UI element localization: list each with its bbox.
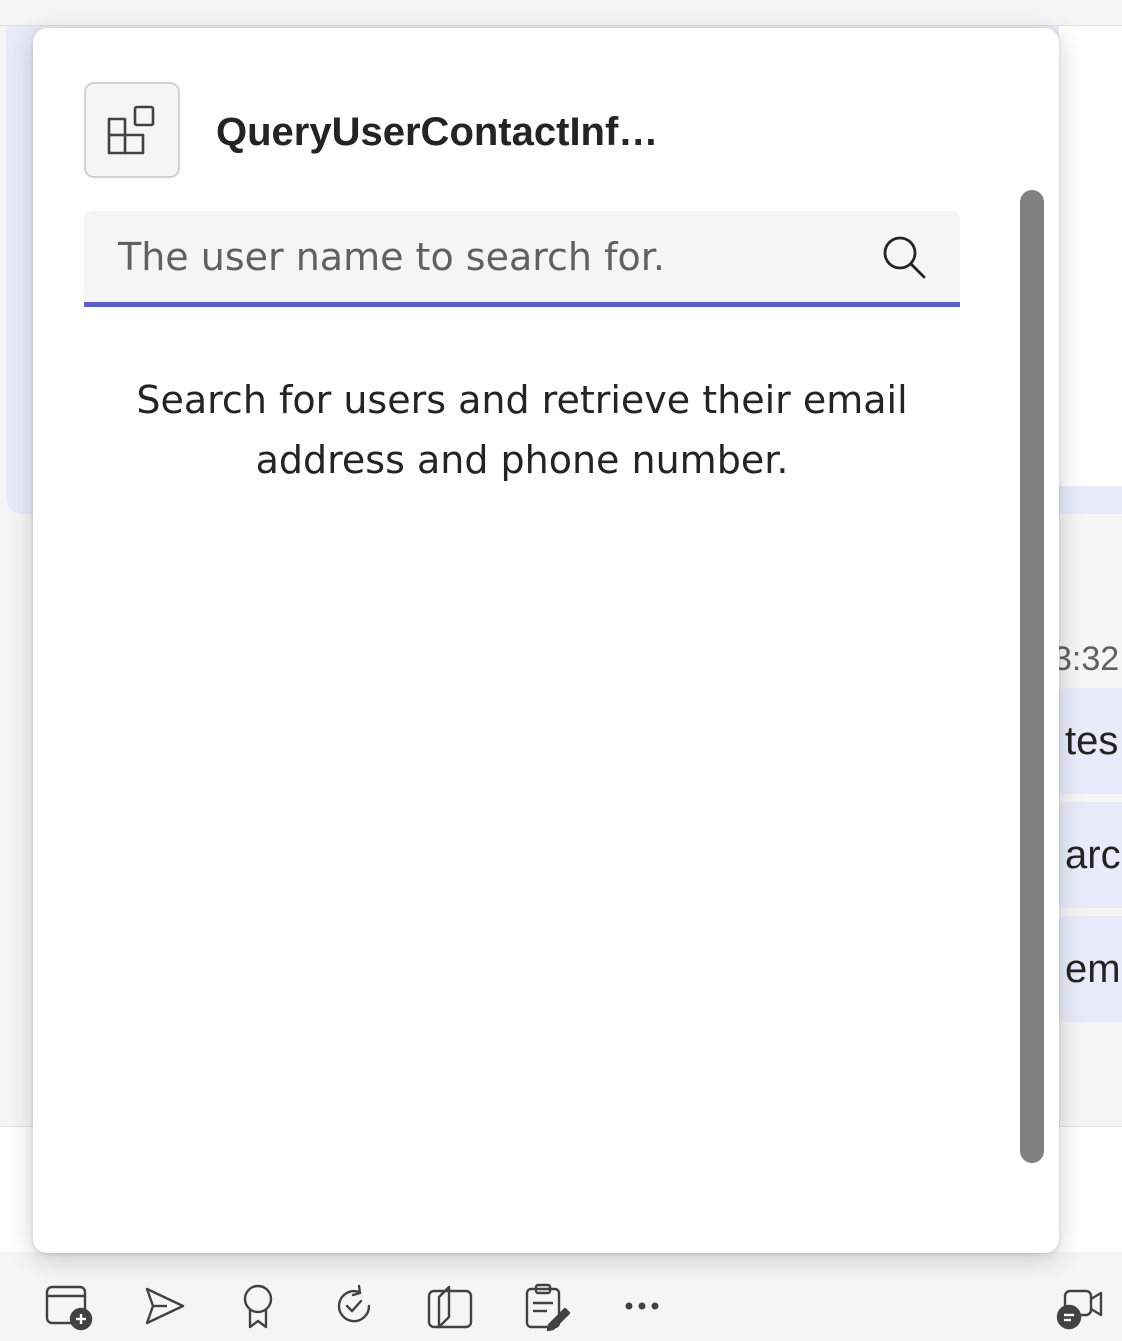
chat-bubble[interactable]: tes — [1059, 688, 1122, 794]
search-icon[interactable] — [880, 233, 928, 281]
more-options-icon[interactable] — [616, 1280, 668, 1332]
chat-bubble-text: tes — [1065, 719, 1119, 763]
chat-bubble-text: emo — [1065, 947, 1122, 991]
loop-icon[interactable] — [328, 1280, 380, 1332]
scrollbar[interactable] — [1020, 190, 1044, 1163]
chat-bubble[interactable]: arch — [1059, 802, 1122, 908]
chat-card-inner — [1059, 26, 1122, 486]
search-input[interactable] — [118, 211, 858, 302]
apps-add-icon — [84, 82, 180, 178]
forms-icon[interactable] — [520, 1280, 572, 1332]
praise-badge-icon[interactable] — [232, 1280, 284, 1332]
send-forward-icon[interactable] — [138, 1280, 190, 1332]
description-text: Search for users and retrieve their emai… — [136, 378, 908, 482]
message-extension-popup: QueryUserContactInf… Search for users an… — [33, 28, 1059, 1253]
schedule-meeting-icon[interactable] — [42, 1280, 94, 1332]
app-title: QueryUserContactInf… — [216, 110, 659, 154]
chat-bubble[interactable]: emo — [1059, 916, 1122, 1022]
chat-bubble-text: arch — [1065, 833, 1122, 877]
message-timestamp: 3:32 — [1053, 640, 1120, 678]
search-field[interactable] — [84, 211, 960, 307]
meet-now-icon[interactable] — [1054, 1280, 1106, 1332]
copilot-notebook-icon[interactable] — [424, 1280, 476, 1332]
top-strip — [0, 0, 1122, 26]
